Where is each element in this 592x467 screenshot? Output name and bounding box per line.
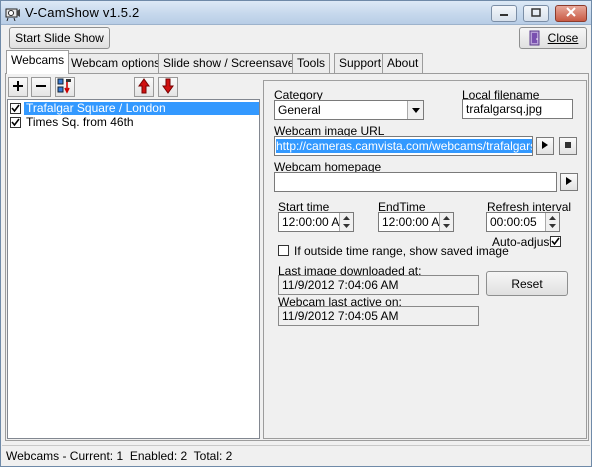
sort-webcams-button[interactable]	[55, 77, 75, 97]
tab-support[interactable]: Support	[334, 53, 387, 73]
arrow-down-icon	[162, 78, 174, 97]
maximize-button[interactable]	[523, 5, 549, 22]
stop-button[interactable]	[559, 137, 577, 155]
close-button[interactable]: Close	[519, 27, 587, 49]
tab-about-label: About	[387, 56, 419, 70]
add-webcam-button[interactable]	[8, 77, 28, 97]
status-bar: Webcams - Current: 1 Enabled: 2 Total: 2	[2, 445, 590, 465]
refresh-interval-input[interactable]: 00:00:05	[486, 212, 560, 232]
webcam-name: Times Sq. from 46th	[26, 115, 134, 129]
end-time-input[interactable]: 12:00:00 A	[378, 212, 454, 232]
category-value: General	[278, 103, 321, 117]
sort-icon	[57, 78, 73, 97]
title-bar[interactable]: V-CamShow v1.5.2	[1, 1, 591, 25]
play-icon	[541, 140, 549, 153]
close-window-button[interactable]	[555, 5, 587, 22]
outside-range-label: If outside time range, show saved image	[294, 244, 509, 258]
tab-slideshow-label: Slide show / Screensaver	[163, 56, 299, 70]
maximize-icon	[531, 7, 541, 20]
tab-tools-label: Tools	[297, 56, 326, 70]
list-item[interactable]: Trafalgar Square / London	[10, 101, 259, 115]
stop-icon	[564, 140, 572, 152]
status-text: Webcams - Current: 1 Enabled: 2 Total: 2	[6, 449, 233, 463]
reset-button[interactable]: Reset	[486, 271, 568, 296]
webcam-url-value: http://cameras.camvista.com/webcams/traf…	[276, 139, 532, 153]
webcam-list[interactable]: Trafalgar Square / London Times Sq. from…	[7, 99, 260, 439]
tab-tools[interactable]: Tools	[292, 53, 331, 73]
open-homepage-button[interactable]	[560, 173, 578, 191]
local-filename-value: trafalgarsq.jpg	[466, 102, 543, 116]
webcam-app-icon	[5, 5, 21, 22]
play-icon	[565, 176, 573, 189]
tab-webcams-label: Webcams	[11, 53, 65, 67]
window-title: V-CamShow v1.5.2	[25, 5, 140, 20]
webcam-url-input[interactable]: http://cameras.camvista.com/webcams/traf…	[274, 136, 533, 156]
tab-webcam-options-label: Webcam options	[71, 56, 161, 70]
minimize-icon	[499, 8, 509, 20]
start-time-input[interactable]: 12:00:00 A	[278, 212, 354, 232]
arrow-up-icon	[138, 77, 150, 97]
app-window: V-CamShow v1.5.2 Start Slide Show Close …	[0, 0, 592, 467]
category-select[interactable]: General	[274, 100, 424, 120]
test-url-button[interactable]	[536, 137, 554, 155]
move-down-button[interactable]	[158, 77, 178, 97]
exit-door-icon	[528, 30, 542, 46]
last-download-value: 11/9/2012 7:04:06 AM	[282, 278, 399, 292]
outside-range-checkbox[interactable]	[278, 245, 289, 256]
close-icon	[566, 7, 576, 20]
local-filename-input[interactable]: trafalgarsq.jpg	[462, 99, 573, 119]
minus-icon	[35, 80, 47, 95]
last-active-value: 11/9/2012 7:04:05 AM	[282, 309, 399, 323]
close-label: Close	[547, 31, 579, 45]
move-up-button[interactable]	[134, 77, 154, 97]
tab-support-label: Support	[339, 56, 382, 70]
tab-webcams[interactable]: Webcams	[6, 50, 70, 74]
last-active-field: 11/9/2012 7:04:05 AM	[278, 306, 479, 326]
auto-adjust-checkbox[interactable]	[550, 236, 561, 247]
refresh-interval-spinner[interactable]	[545, 213, 559, 231]
start-time-value: 12:00:00 A	[282, 215, 340, 229]
homepage-input[interactable]	[274, 172, 557, 192]
enabled-checkbox[interactable]	[10, 102, 21, 114]
tab-about[interactable]: About	[382, 53, 424, 73]
reset-label: Reset	[511, 276, 543, 291]
tab-webcam-options[interactable]: Webcam options	[66, 53, 166, 73]
end-time-spinner[interactable]	[439, 213, 453, 231]
end-time-value: 12:00:00 A	[382, 215, 440, 229]
chevron-down-icon	[407, 101, 423, 119]
start-slideshow-label: Start Slide Show	[15, 31, 104, 45]
list-item[interactable]: Times Sq. from 46th	[10, 115, 136, 129]
start-slideshow-button[interactable]: Start Slide Show	[9, 27, 110, 49]
last-download-field: 11/9/2012 7:04:06 AM	[278, 275, 479, 295]
webcam-name: Trafalgar Square / London	[24, 101, 259, 115]
start-time-spinner[interactable]	[339, 213, 353, 231]
minimize-button[interactable]	[491, 5, 517, 22]
refresh-interval-value: 00:00:05	[490, 215, 537, 229]
enabled-checkbox[interactable]	[10, 116, 21, 128]
remove-webcam-button[interactable]	[31, 77, 51, 97]
plus-icon	[12, 80, 24, 95]
tab-slideshow-screensaver[interactable]: Slide show / Screensaver	[158, 53, 304, 73]
